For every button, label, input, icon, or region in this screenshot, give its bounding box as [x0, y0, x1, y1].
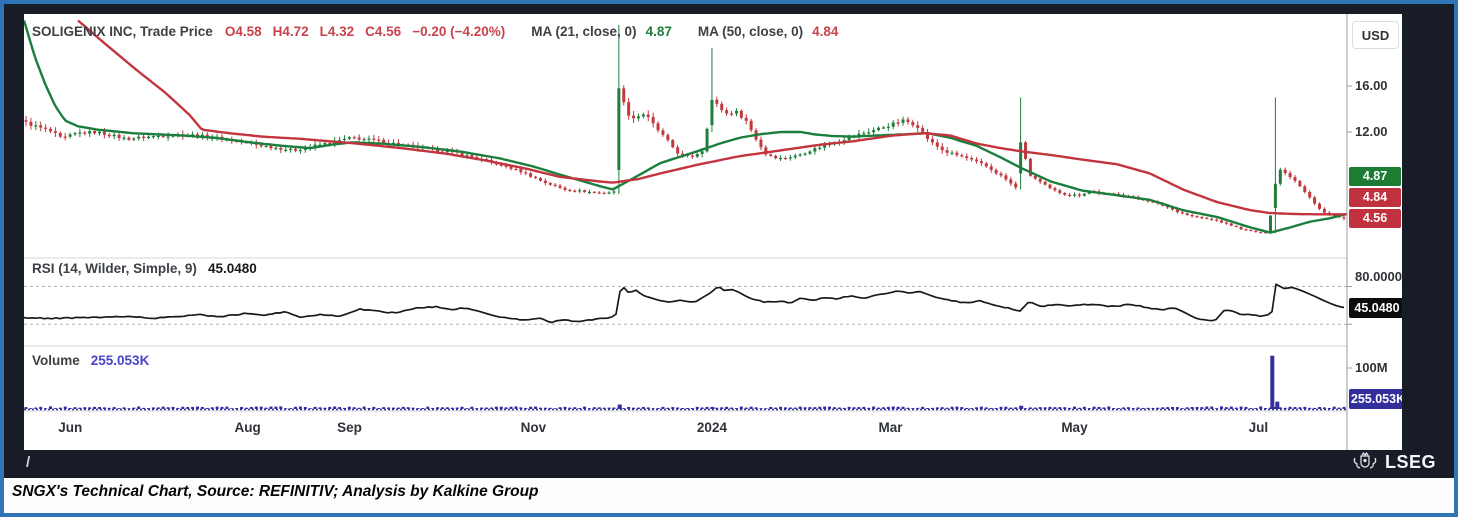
lseg-logo: LSEG — [1352, 452, 1436, 473]
chart-area: SOLIGENIX INC, Trade Price O4.58 H4.72 L… — [24, 14, 1402, 450]
footer-bar: / LSEG — [4, 450, 1454, 478]
volume-value-badge: 255.053K — [1349, 389, 1402, 409]
ma50-label: MA (50, close, 0) — [697, 24, 804, 39]
close-value: C4.56 — [365, 24, 402, 39]
chart-window: SOLIGENIX INC, Trade Price O4.58 H4.72 L… — [0, 0, 1458, 517]
volume-value: 255.053K — [90, 353, 150, 368]
rsi-label: RSI (14, Wilder, Simple, 9) — [32, 261, 197, 276]
volume-tick-100m: 100M — [1355, 360, 1388, 375]
volume-legend[interactable]: Volume 255.053K — [32, 353, 149, 368]
rsi-value-badge: 45.0480 — [1349, 298, 1402, 318]
command-slash[interactable]: / — [26, 454, 30, 471]
ma50-price-badge: 4.84 — [1349, 188, 1401, 207]
ohlc-values: O4.58 H4.72 L4.32 C4.56 −0.20 (−4.20%) — [225, 24, 505, 39]
ma21-legend[interactable]: MA (21, close, 0) 4.87 — [531, 24, 672, 39]
change-value: −0.20 (−4.20%) — [412, 24, 506, 39]
ma21-label: MA (21, close, 0) — [531, 24, 637, 39]
x-axis-label-sep: Sep — [337, 420, 362, 435]
rsi-panel — [24, 283, 1347, 325]
volume-panel — [24, 355, 1347, 411]
x-axis-label-mar: Mar — [878, 420, 903, 435]
currency-selector[interactable]: USD — [1352, 21, 1399, 49]
panel-separators — [24, 257, 1347, 412]
x-axis-label-aug: Aug — [234, 420, 261, 435]
open-value: O4.58 — [224, 24, 262, 39]
lseg-wordmark: LSEG — [1384, 452, 1436, 472]
chart-canvas[interactable] — [24, 14, 1402, 450]
high-value: H4.72 — [272, 24, 309, 39]
price-axis-column[interactable]: USD 16.00 12.00 80.0000 100M 4.87 4.84 4… — [1347, 14, 1402, 450]
price-legend: SOLIGENIX INC, Trade Price O4.58 H4.72 L… — [32, 24, 838, 39]
caption-bar: SNGX's Technical Chart, Source: REFINITI… — [4, 478, 1454, 513]
x-axis-label-may: May — [1061, 420, 1088, 435]
x-axis-label-jun: Jun — [58, 420, 83, 435]
x-axis-label-jul: Jul — [1248, 420, 1269, 435]
ma21-price-badge: 4.87 — [1349, 167, 1401, 186]
price-panel — [24, 19, 1348, 234]
ma50-value: 4.84 — [812, 24, 839, 39]
ma21-value: 4.87 — [645, 24, 672, 39]
low-value: L4.32 — [319, 24, 355, 39]
rsi-tick-80: 80.0000 — [1355, 269, 1402, 284]
price-tick-12: 12.00 — [1355, 124, 1388, 139]
last-price-badge: 4.56 — [1349, 209, 1401, 228]
volume-label: Volume — [32, 353, 80, 368]
ma50-legend[interactable]: MA (50, close, 0) 4.84 — [698, 24, 839, 39]
x-axis-label-nov: Nov — [520, 420, 547, 435]
instrument-title: SOLIGENIX INC, Trade Price — [32, 24, 213, 39]
caption: SNGX's Technical Chart, Source: REFINITI… — [12, 483, 539, 500]
rsi-value: 45.0480 — [207, 261, 257, 276]
lseg-crest-icon — [1353, 452, 1377, 469]
rsi-legend[interactable]: RSI (14, Wilder, Simple, 9) 45.0480 — [32, 261, 257, 276]
price-tick-16: 16.00 — [1355, 78, 1388, 93]
x-axis-label-2024: 2024 — [696, 420, 727, 435]
